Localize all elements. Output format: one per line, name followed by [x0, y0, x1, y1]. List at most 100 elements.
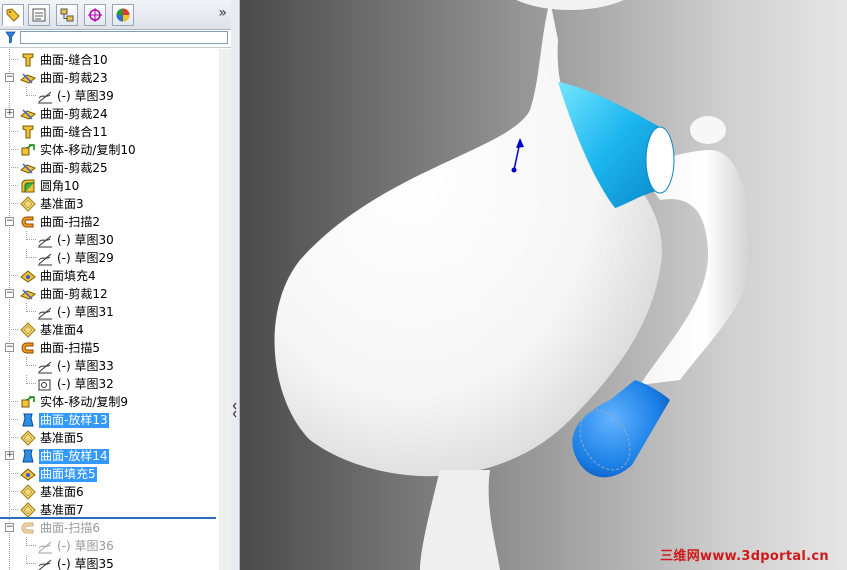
shoulder-opening [645, 126, 675, 194]
tree-item-label: (-) 草图29 [57, 250, 114, 265]
loft-surface-icon [22, 449, 34, 463]
expand-toggle-icon[interactable]: + [5, 109, 14, 118]
tree-item[interactable]: (-) 草图32 [0, 375, 231, 393]
tree-item-label: 基准面6 [40, 484, 84, 499]
loft-surface-icon [22, 413, 34, 427]
tree-item-label: 曲面-缝合11 [40, 124, 108, 139]
tree-item-label: (-) 草图33 [57, 358, 114, 373]
tree-item[interactable]: 基准面3 [0, 195, 231, 213]
filter-icon[interactable] [5, 31, 16, 44]
feature-manager-tab[interactable] [2, 4, 24, 26]
tree-item[interactable]: (-) 草图36 [0, 537, 231, 555]
leg-shape [420, 470, 500, 570]
tree-item-label: 曲面-扫描6 [40, 520, 100, 535]
tree-item[interactable]: 曲面-放样13 [0, 411, 231, 429]
tree-item[interactable]: 实体-移动/复制9 [0, 393, 231, 411]
tree-item[interactable]: − 曲面-扫描5 [0, 339, 231, 357]
tree-scrollbar[interactable] [219, 49, 231, 570]
trim-surface-icon [20, 73, 36, 84]
tree-item[interactable]: − 曲面-扫描6 [0, 519, 231, 537]
collapse-toggle-icon[interactable]: − [5, 289, 14, 298]
tree-item[interactable]: + 曲面-剪裁24 [0, 105, 231, 123]
tree-item[interactable]: 实体-移动/复制10 [0, 141, 231, 159]
sweep-surface-icon [21, 522, 34, 534]
tree-item[interactable]: (-) 草图29 [0, 249, 231, 267]
panel-tabs: » [0, 0, 231, 30]
collapse-toggle-icon[interactable]: − [5, 523, 14, 532]
tree-item[interactable]: 曲面-缝合10 [0, 51, 231, 69]
configuration-manager-tab[interactable] [56, 4, 78, 26]
tree-item[interactable]: 基准面5 [0, 429, 231, 447]
more-tabs-chevron-icon[interactable]: » [218, 5, 227, 21]
tree-item[interactable]: (-) 草图31 [0, 303, 231, 321]
property-manager-icon [32, 8, 46, 22]
sketch-icon [38, 235, 52, 248]
tree-item[interactable]: (-) 草图35 [0, 555, 231, 570]
head-shape [516, 0, 624, 10]
plane-icon [20, 502, 36, 518]
tree-item-label: 曲面-剪裁24 [40, 106, 108, 121]
display-manager-tab[interactable] [112, 4, 134, 26]
tree-item[interactable]: 圆角10 [0, 177, 231, 195]
collapse-toggle-icon[interactable]: − [5, 217, 14, 226]
tree-item[interactable]: (-) 草图39 [0, 87, 231, 105]
tree-item[interactable]: (-) 草图30 [0, 231, 231, 249]
tree-item-label: 圆角10 [40, 178, 80, 193]
trim-surface-icon [20, 163, 36, 174]
tree-item[interactable]: 基准面6 [0, 483, 231, 501]
dimxpert-tab[interactable] [84, 4, 106, 26]
graphics-viewport[interactable]: 三维网www.3dportal.cn [240, 0, 847, 570]
property-manager-tab[interactable] [28, 4, 50, 26]
sketch-icon [38, 559, 52, 570]
tree-item-label: 曲面-剪裁25 [40, 160, 108, 175]
tree-item[interactable]: + 曲面-放样14 [0, 447, 231, 465]
tree-item[interactable]: − 曲面-剪裁23 [0, 69, 231, 87]
display-manager-icon [116, 8, 130, 22]
tree-item-label: (-) 草图36 [57, 538, 114, 553]
sketch-icon [38, 361, 52, 374]
tree-item-label: 曲面-剪裁12 [40, 286, 108, 301]
knit-surface-icon [22, 53, 34, 67]
feature-manager-panel: » 曲面-缝合10 − 曲面-剪裁23 (-) 草图39 + 曲面-剪裁24 曲面-缝合11… [0, 0, 232, 570]
arm-end [690, 116, 726, 144]
tree-item-label: 实体-移动/复制9 [40, 394, 129, 409]
sketch-icon [38, 91, 52, 104]
fill-surface-icon [20, 468, 36, 481]
tree-item-label: (-) 草图39 [57, 88, 114, 103]
tree-item[interactable]: (-) 草图33 [0, 357, 231, 375]
tree-item[interactable]: 曲面-剪裁25 [0, 159, 231, 177]
tree-item-label: 曲面-扫描5 [40, 340, 100, 355]
tree-item-label: (-) 草图32 [57, 376, 114, 391]
configuration-manager-icon [60, 8, 74, 22]
sketch-icon [38, 541, 52, 554]
trim-surface-icon [20, 109, 36, 120]
tree-item[interactable]: 基准面4 [0, 321, 231, 339]
collapse-toggle-icon[interactable]: − [5, 73, 14, 82]
move-copy-icon [21, 396, 35, 408]
collapse-toggle-icon[interactable]: − [5, 343, 14, 352]
feature-tree: 曲面-缝合10 − 曲面-剪裁23 (-) 草图39 + 曲面-剪裁24 曲面-缝合11 实体… [0, 49, 231, 570]
tree-item-label: 基准面3 [40, 196, 84, 211]
rollback-bar[interactable] [0, 517, 216, 519]
tree-item-label: 曲面-扫描2 [40, 214, 100, 229]
tree-item[interactable]: 曲面-缝合11 [0, 123, 231, 141]
tree-item-label: 曲面-缝合10 [40, 52, 108, 67]
tree-item[interactable]: − 曲面-剪裁12 [0, 285, 231, 303]
fill-surface-icon [20, 270, 36, 283]
tree-item-label: 曲面-剪裁23 [40, 70, 108, 85]
tree-item-label: 曲面-放样13 [39, 412, 109, 428]
expand-toggle-icon[interactable]: + [5, 451, 14, 460]
sweep-surface-icon [21, 216, 34, 228]
plane-icon [20, 484, 36, 500]
panel-splitter[interactable] [231, 0, 240, 570]
tree-item[interactable]: 曲面填充5 [0, 465, 231, 483]
sketch-point-icon [38, 379, 51, 391]
tree-item[interactable]: − 曲面-扫描2 [0, 213, 231, 231]
filter-input[interactable] [20, 31, 228, 44]
collapse-panel-icon[interactable] [232, 395, 238, 425]
sweep-surface-icon [21, 342, 34, 354]
tree-item-label: 曲面填充4 [40, 268, 96, 283]
tree-item-label: 曲面-放样14 [39, 448, 109, 464]
tree-item-label: 基准面5 [40, 430, 84, 445]
tree-item[interactable]: 曲面填充4 [0, 267, 231, 285]
